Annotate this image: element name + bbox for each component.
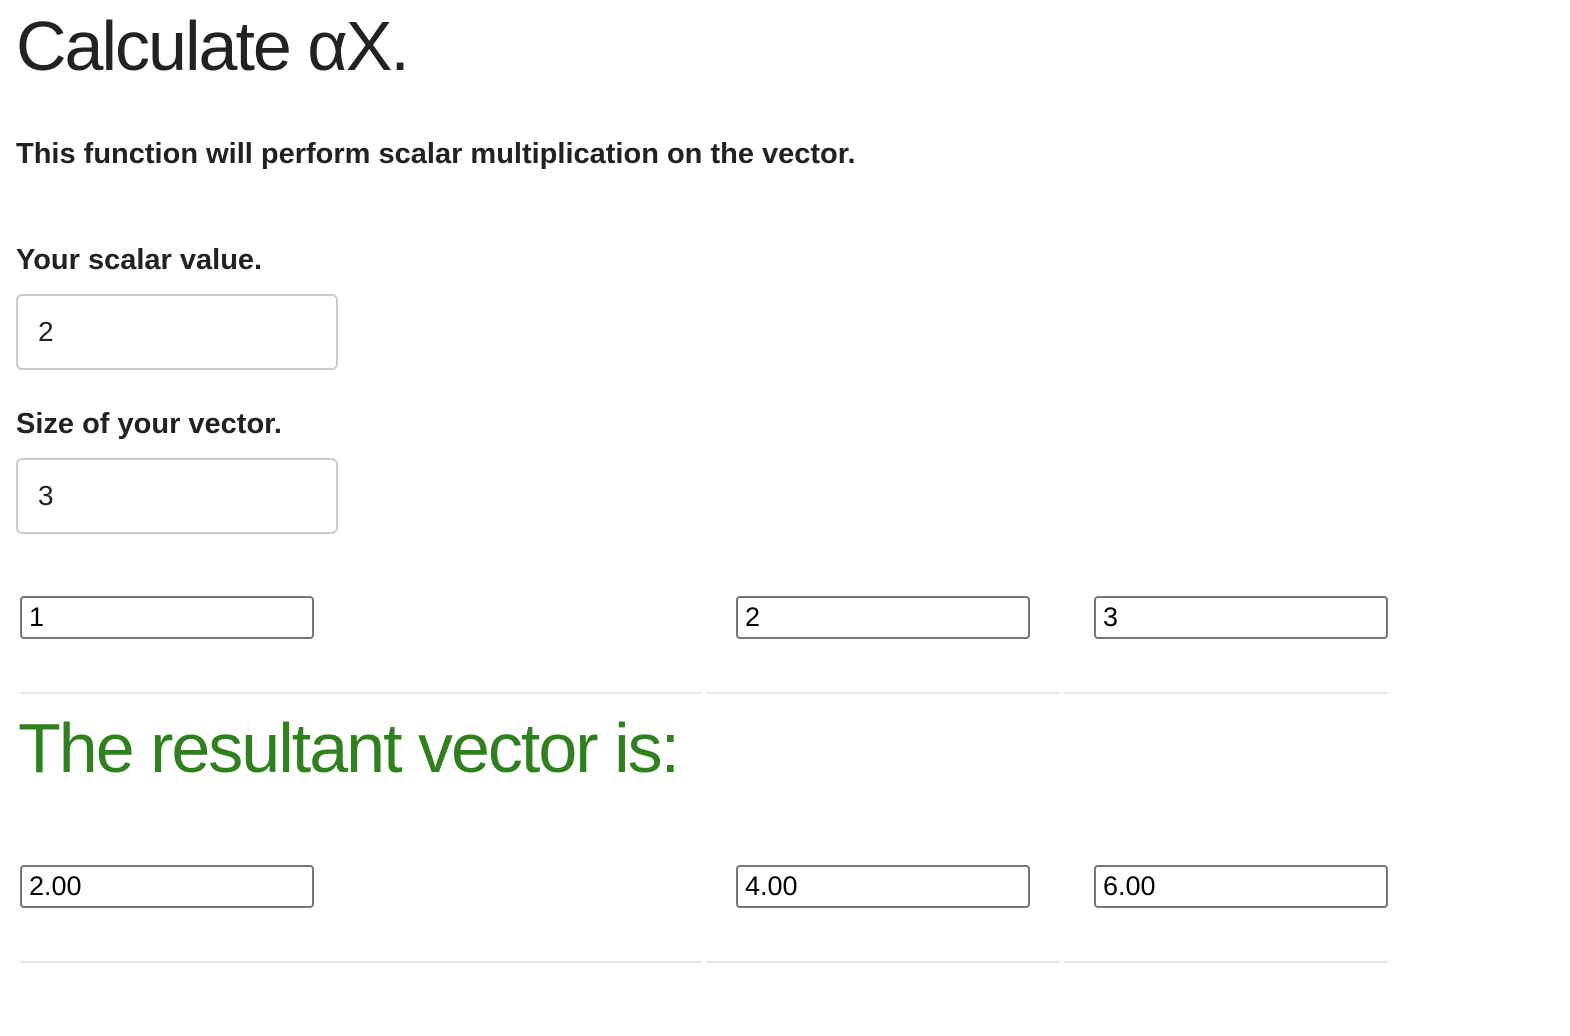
- result-heading: The resultant vector is:: [18, 709, 680, 787]
- scalar-input[interactable]: [16, 294, 338, 370]
- page-description: This function will perform scalar multip…: [16, 138, 856, 170]
- scalar-label: Your scalar value.: [16, 244, 263, 276]
- vector-element-input-1[interactable]: [20, 596, 314, 639]
- divider: [1064, 961, 1388, 963]
- result-element-output-2[interactable]: [736, 865, 1030, 908]
- result-element-output-1[interactable]: [20, 865, 314, 908]
- page-title: Calculate αX.: [16, 7, 410, 85]
- divider: [20, 961, 702, 963]
- divider: [1064, 692, 1388, 694]
- vector-element-input-3[interactable]: [1094, 596, 1388, 639]
- result-element-output-3[interactable]: [1094, 865, 1388, 908]
- vector-size-input[interactable]: [16, 458, 338, 534]
- divider: [706, 692, 1060, 694]
- divider: [706, 961, 1060, 963]
- divider: [20, 692, 702, 694]
- vector-size-label: Size of your vector.: [16, 408, 282, 440]
- vector-element-input-2[interactable]: [736, 596, 1030, 639]
